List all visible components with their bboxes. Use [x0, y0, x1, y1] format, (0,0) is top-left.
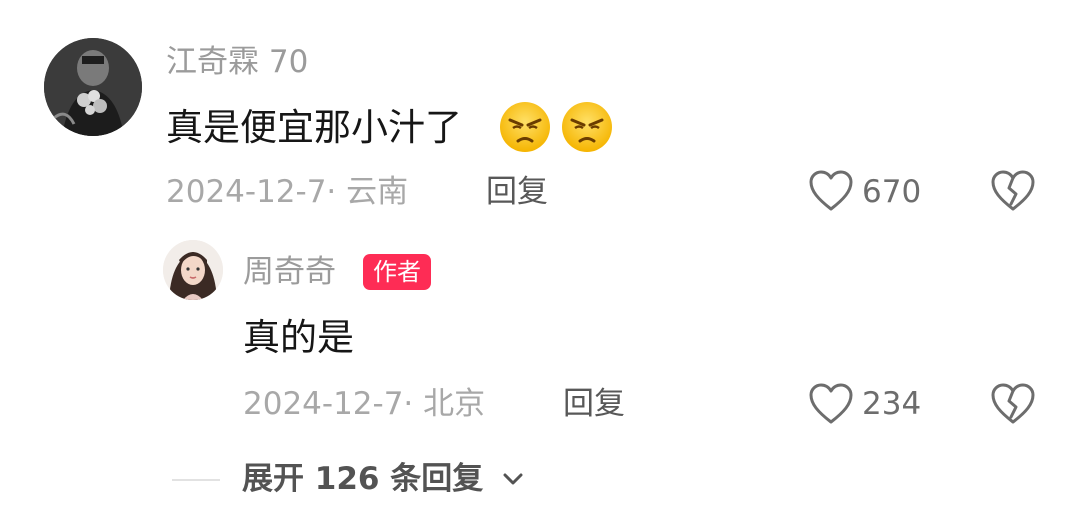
author-badge: 作者	[363, 254, 431, 290]
reply-button[interactable]: 回复	[563, 384, 625, 424]
reply-button[interactable]: 回复	[486, 172, 548, 212]
avatar[interactable]	[44, 38, 142, 136]
dislike-broken-heart-icon[interactable]	[990, 382, 1036, 426]
reply-avatar[interactable]	[163, 240, 223, 300]
comment-date-location: 2024-12-7· 云南	[166, 174, 409, 210]
dislike-broken-heart-icon[interactable]	[990, 169, 1036, 213]
like-count: 234	[862, 386, 922, 422]
reply-text: 真的是	[243, 316, 354, 359]
comment-text: 真是便宜那小汁了	[166, 106, 462, 149]
comment-username[interactable]: 江奇霖 70	[166, 42, 308, 82]
like-heart-icon[interactable]	[808, 169, 854, 213]
angry-face-icon	[498, 100, 552, 154]
angry-face-icon	[560, 100, 614, 154]
reply-date-location: 2024-12-7· 北京	[243, 386, 486, 422]
reply-username[interactable]: 周奇奇	[243, 252, 336, 292]
like-heart-icon[interactable]	[808, 382, 854, 426]
chevron-down-icon[interactable]	[500, 466, 526, 492]
divider	[172, 479, 220, 481]
like-count: 670	[862, 174, 922, 210]
expand-replies-button[interactable]: 展开 126 条回复	[242, 459, 483, 499]
